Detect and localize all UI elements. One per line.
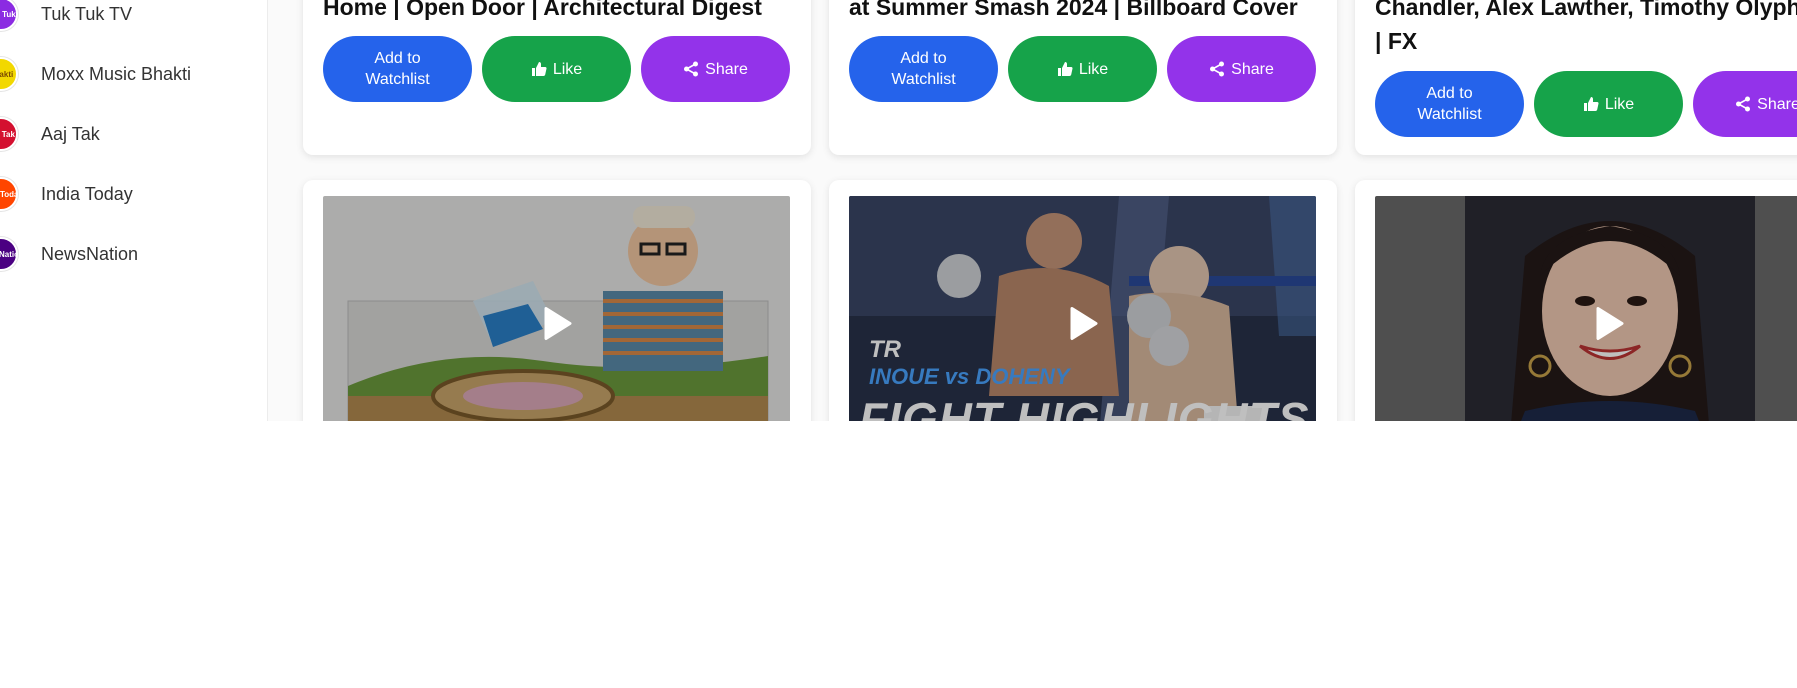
like-button[interactable]: Like	[482, 36, 631, 102]
add-to-watchlist-button[interactable]: Add to Watchlist	[1375, 71, 1524, 137]
video-card: Home | Open Door | Architectural Digest …	[303, 0, 811, 155]
like-button[interactable]: Like	[1008, 36, 1157, 102]
moxx-music-bhakti-logo: Bhakti	[0, 57, 18, 91]
sidebar-item-label: Tuk Tuk TV	[41, 3, 133, 24]
share-icon	[1735, 96, 1751, 112]
sidebar-item-moxx-music-bhakti[interactable]: Bhakti Moxx Music Bhakti	[0, 50, 191, 98]
video-title[interactable]: Chandler, Alex Lawther, Timothy Olyph | …	[1375, 0, 1797, 58]
share-button[interactable]: Share	[641, 36, 790, 102]
sidebar-item-tuk-tuk-tv[interactable]: Tuk Tuk Tuk Tuk TV	[0, 0, 132, 38]
sidebar-item-aaj-tak[interactable]: Aaj Tak Aaj Tak	[0, 110, 100, 158]
sidebar-item-label: Aaj Tak	[41, 123, 100, 144]
boxing-fight-highlights-thumbnail[interactable]: TR INOUE vs DOHENY FIGHT HIGHLIGHTS	[849, 196, 1316, 421]
play-icon[interactable]	[1594, 307, 1624, 346]
play-icon[interactable]	[1068, 307, 1098, 346]
woman-portrait-thumbnail[interactable]	[1375, 196, 1797, 421]
aaj-tak-logo: Aaj Tak	[0, 117, 18, 151]
share-button[interactable]: Share	[1693, 71, 1797, 137]
video-actions: Add to Watchlist Like Share	[1375, 71, 1797, 137]
video-card	[303, 180, 811, 421]
play-icon[interactable]	[542, 307, 572, 346]
viewport: Tuk Tuk Tuk Tuk TV Bhakti Moxx Music Bha…	[0, 0, 1797, 421]
video-card: TR INOUE vs DOHENY FIGHT HIGHLIGHTS	[829, 180, 1337, 421]
share-icon	[683, 61, 699, 77]
sidebar-item-newsnation[interactable]: NewsNation NewsNation	[0, 230, 138, 278]
add-to-watchlist-button[interactable]: Add to Watchlist	[849, 36, 998, 102]
thumbs-up-icon	[531, 61, 547, 77]
video-card: at Summer Smash 2024 | Billboard Cover A…	[829, 0, 1337, 155]
sidebar-item-india-today[interactable]: India Today India Today	[0, 170, 133, 218]
share-button[interactable]: Share	[1167, 36, 1316, 102]
video-card	[1355, 180, 1797, 421]
video-actions: Add to Watchlist Like Share	[849, 36, 1316, 102]
like-button[interactable]: Like	[1534, 71, 1683, 137]
thumbs-up-icon	[1583, 96, 1599, 112]
sidebar-item-label: Moxx Music Bhakti	[41, 63, 192, 84]
video-title[interactable]: at Summer Smash 2024 | Billboard Cover	[849, 0, 1298, 24]
video-card: Chandler, Alex Lawther, Timothy Olyph | …	[1355, 0, 1797, 155]
tuk-tuk-tv-logo: Tuk Tuk	[0, 0, 18, 31]
sidebar: Tuk Tuk Tuk Tuk TV Bhakti Moxx Music Bha…	[0, 0, 268, 421]
video-actions: Add to Watchlist Like Share	[323, 36, 790, 102]
thumbs-up-icon	[1057, 61, 1073, 77]
newsnation-logo: NewsNation	[0, 237, 18, 271]
video-title[interactable]: Home | Open Door | Architectural Digest	[323, 0, 762, 24]
share-icon	[1209, 61, 1225, 77]
add-to-watchlist-button[interactable]: Add to Watchlist	[323, 36, 472, 102]
sidebar-item-label: NewsNation	[41, 243, 139, 264]
india-today-logo: India Today	[0, 177, 18, 211]
man-with-aquarium-model-thumbnail[interactable]	[323, 196, 790, 421]
video-grid: Home | Open Door | Architectural Digest …	[268, 0, 1797, 421]
sidebar-item-label: India Today	[41, 183, 133, 204]
